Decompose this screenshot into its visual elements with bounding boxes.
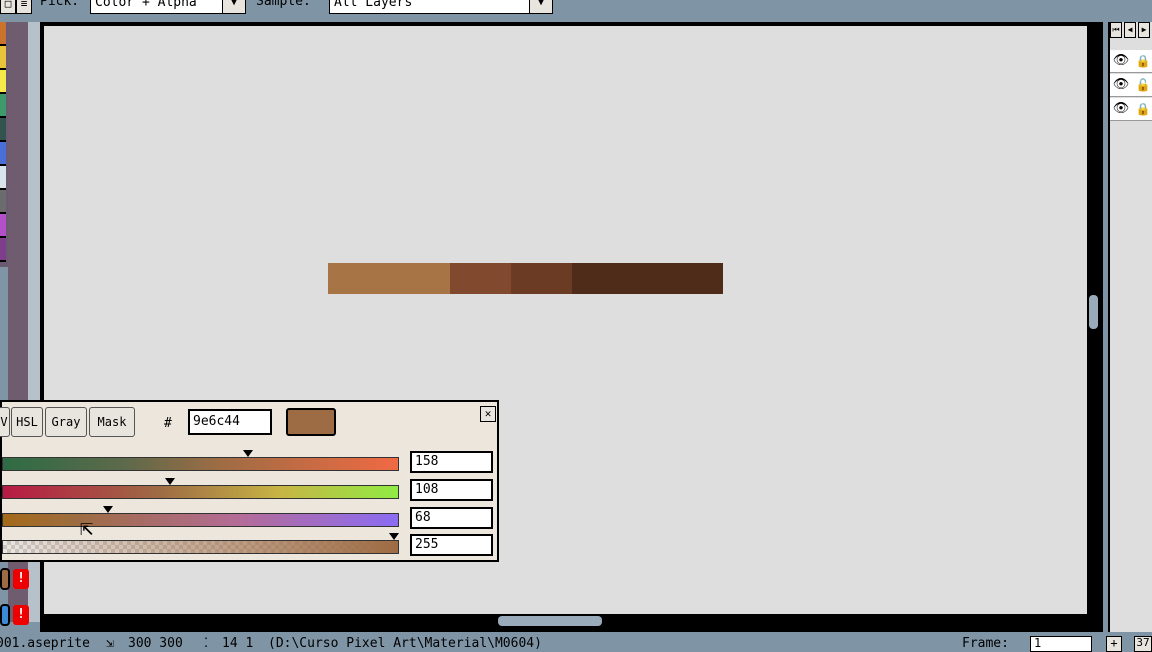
palette-swatch[interactable] (0, 70, 6, 94)
color-preview-swatch (286, 408, 336, 436)
cursor-position-icon: ⁚ (204, 636, 209, 651)
green-slider[interactable] (2, 485, 399, 499)
palette-swatch[interactable] (0, 22, 6, 46)
canvas-size-icon: ⇲ (106, 636, 114, 651)
vertical-scrollbar-thumb[interactable] (1089, 295, 1098, 329)
unlock-icon[interactable]: 🔓 (1134, 76, 1152, 94)
mode-button-hsl[interactable]: HSL (11, 407, 43, 437)
mouse-cursor-icon: ⇱ (80, 516, 94, 541)
pick-label: Pick: (40, 0, 80, 9)
previous-frame-button[interactable]: ◀ (1124, 22, 1136, 38)
blue-slider-knob[interactable] (103, 506, 113, 513)
toolbar-menu-button[interactable]: ≡ (16, 0, 32, 14)
frame-label: Frame: (962, 636, 1009, 651)
top-toolbar: □ ≡ Pick: Color + Alpha ▼ Sample: All La… (0, 0, 1152, 18)
status-bar: 001.aseprite ⇲ 300 300 ⁚ 14 1 (D:\Curso … (0, 634, 1152, 651)
pick-select-value: Color + Alpha (95, 0, 197, 10)
foreground-color-swatch[interactable] (0, 568, 10, 590)
eye-icon[interactable]: 👁 (1112, 76, 1130, 94)
toolbar-button-a[interactable]: □ (0, 0, 16, 14)
status-filename: 001.aseprite (0, 636, 90, 651)
add-frame-button[interactable]: + (1106, 636, 1122, 652)
status-canvas-size: 300 300 (128, 636, 183, 651)
palette-swatch[interactable] (0, 142, 6, 166)
alpha-slider[interactable] (2, 540, 399, 554)
sample-label: Sample: (256, 0, 311, 9)
mode-button-gray[interactable]: Gray (45, 407, 87, 437)
layer-row[interactable]: 👁 🔒 (1110, 98, 1152, 121)
eye-icon[interactable]: 👁 (1112, 100, 1130, 118)
close-icon: ✕ (484, 407, 492, 420)
blue-value-input[interactable]: 68 (410, 507, 493, 529)
close-button[interactable]: ✕ (480, 406, 496, 422)
palette-swatch[interactable] (0, 190, 6, 214)
mode-button-rgb[interactable]: V (0, 407, 10, 437)
palette-swatch[interactable] (0, 46, 6, 70)
red-slider[interactable] (2, 457, 399, 471)
next-frame-button[interactable]: ▶ (1138, 22, 1150, 38)
hex-color-input[interactable]: 9e6c44 (188, 409, 272, 435)
warning-icon[interactable]: ! (13, 605, 29, 625)
eye-icon[interactable]: 👁 (1112, 52, 1130, 70)
chevron-down-icon[interactable]: ▼ (529, 0, 552, 13)
first-frame-button[interactable]: ⏮ (1110, 22, 1122, 38)
chevron-down-icon[interactable]: ▼ (222, 0, 245, 13)
hex-hash-label: # (164, 416, 172, 431)
lock-icon[interactable]: 🔒 (1134, 100, 1152, 118)
mode-button-mask[interactable]: Mask (89, 407, 135, 437)
sprite-pixel-segment[interactable] (450, 263, 511, 294)
layer-row[interactable]: 👁 🔓 (1110, 74, 1152, 97)
palette-swatch[interactable] (0, 166, 6, 190)
red-value-input[interactable]: 158 (410, 451, 493, 473)
status-cursor-position: 14 1 (222, 636, 254, 651)
status-file-path: (D:\Curso Pixel Art\Material\M0604) (268, 636, 542, 651)
sample-select-value: All Layers (334, 0, 413, 10)
background-color-swatch[interactable] (0, 604, 10, 626)
palette-swatch[interactable] (0, 238, 6, 262)
color-picker-popup: V HSL Gray Mask # 9e6c44 ✕ 158 108 68 25… (0, 400, 499, 562)
palette-swatch[interactable] (0, 214, 6, 238)
red-slider-knob[interactable] (243, 450, 253, 457)
blue-slider[interactable] (2, 513, 399, 527)
alpha-slider-knob[interactable] (389, 533, 399, 540)
pick-select[interactable]: Color + Alpha ▼ (90, 0, 246, 14)
layer-row[interactable]: 👁 🔒 (1110, 50, 1152, 73)
green-slider-knob[interactable] (165, 478, 175, 485)
warning-icon[interactable]: ! (13, 569, 29, 589)
palette-swatch[interactable] (0, 118, 6, 142)
sprite-pixel-segment[interactable] (572, 263, 723, 294)
frame-number-input[interactable]: 1 (1030, 636, 1092, 652)
last-frame-button[interactable]: 37 (1134, 636, 1152, 652)
sample-select[interactable]: All Layers ▼ (329, 0, 553, 14)
sprite-pixel-segment[interactable] (328, 263, 450, 294)
sprite-pixel-segment[interactable] (511, 263, 572, 294)
horizontal-scrollbar-thumb[interactable] (498, 616, 602, 626)
alpha-value-input[interactable]: 255 (410, 534, 493, 556)
green-value-input[interactable]: 108 (410, 479, 493, 501)
palette-swatch[interactable] (0, 94, 6, 118)
lock-icon[interactable]: 🔒 (1134, 52, 1152, 70)
